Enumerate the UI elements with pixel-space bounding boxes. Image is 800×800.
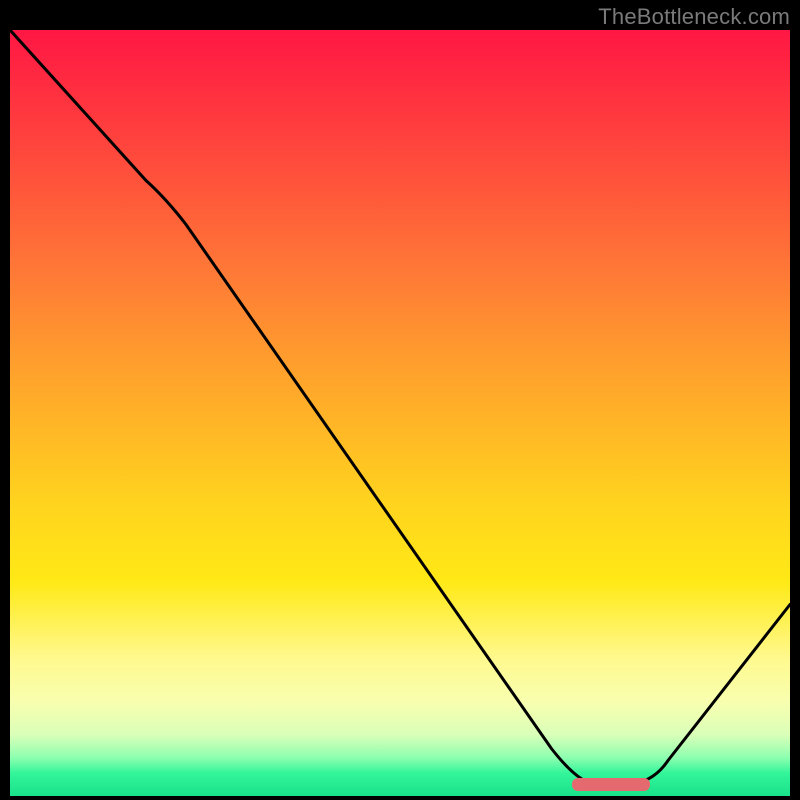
bottleneck-curve [10,30,790,796]
chart-frame: TheBottleneck.com [0,0,800,800]
plot-area [10,30,790,796]
optimum-marker [572,778,650,791]
watermark-text: TheBottleneck.com [598,4,790,30]
curve-path [10,30,790,785]
